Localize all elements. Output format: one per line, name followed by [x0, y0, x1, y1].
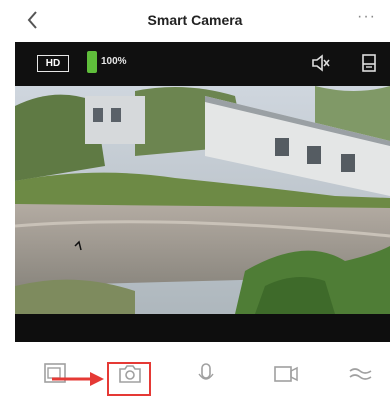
battery-icon	[87, 51, 97, 73]
hd-quality-button[interactable]: HD	[37, 55, 69, 72]
more-menu-button[interactable]: ···	[357, 8, 376, 26]
sd-card-icon[interactable]	[358, 52, 380, 74]
battery-level: 100%	[101, 56, 127, 67]
speaker-mute-icon[interactable]	[309, 52, 331, 74]
snapshot-highlight-box	[107, 362, 151, 396]
video-frame	[15, 86, 390, 314]
live-video-viewer[interactable]: HD 100%	[15, 42, 390, 342]
viewer-top-overlay: HD 100%	[15, 42, 390, 86]
viewer-bottom-overlay	[15, 314, 390, 342]
page-title: Smart Camera	[147, 12, 243, 28]
waves-icon[interactable]	[347, 360, 375, 388]
top-nav-bar: Smart Camera ···	[0, 0, 390, 42]
red-arrow-icon	[52, 372, 104, 386]
video-camera-icon[interactable]	[272, 360, 300, 388]
microphone-icon[interactable]	[192, 360, 220, 388]
